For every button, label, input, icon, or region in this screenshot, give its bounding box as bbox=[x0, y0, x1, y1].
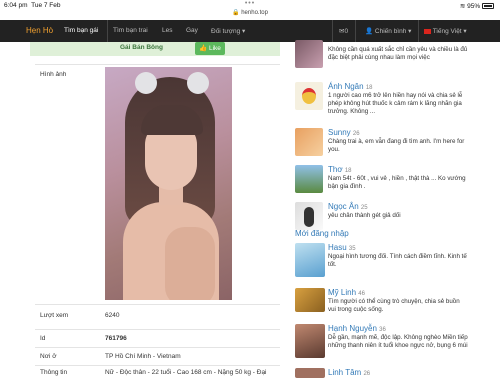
url-bar[interactable]: 🔒 henho.top bbox=[0, 9, 500, 16]
avatar[interactable] bbox=[295, 128, 323, 156]
avatar[interactable] bbox=[295, 165, 323, 193]
views-row: Lượt xem 6240 bbox=[35, 304, 280, 329]
status-right: ≋ 95% bbox=[460, 2, 494, 10]
new-login-heading: Mới đăng nhập bbox=[295, 229, 349, 238]
rooster-avatar-icon bbox=[302, 88, 316, 104]
photo-label: Hình ảnh bbox=[40, 71, 67, 78]
profile-panel: Gái Bán Bông 👍 Like Hình ảnh Lượt xem 62… bbox=[30, 42, 280, 377]
profile-name-link[interactable]: Gái Bán Bông bbox=[120, 44, 163, 51]
nav-mail[interactable]: ✉0 bbox=[339, 27, 348, 35]
photo-ear-accessory bbox=[187, 72, 209, 94]
status-bar: 6:04 pm Tue 7 Feb ••• 🔒 henho.top ≋ 95% bbox=[0, 0, 500, 18]
battery-icon bbox=[482, 3, 494, 10]
nav-find-boyfriend[interactable]: Tìm bạn trai bbox=[113, 27, 148, 34]
brand-logo[interactable]: Hẹn Hò bbox=[26, 26, 53, 35]
wifi-icon: ≋ bbox=[459, 3, 466, 10]
nav-divider bbox=[355, 20, 356, 42]
avatar[interactable] bbox=[295, 368, 325, 378]
tab-dots[interactable]: ••• bbox=[0, 0, 500, 7]
avatar[interactable] bbox=[295, 82, 323, 110]
info-row: Thông tin Nữ - Độc thân - 22 tuổi - Cao … bbox=[35, 365, 280, 377]
nav-find-girlfriend[interactable]: Tìm bạn gái bbox=[64, 27, 98, 34]
nav-les[interactable]: Les bbox=[162, 27, 172, 34]
profile-photo[interactable] bbox=[105, 67, 232, 300]
navbar: Hẹn Hò Tìm bạn gái Tìm bạn trai Les Gay … bbox=[0, 20, 500, 42]
nav-divider bbox=[332, 20, 333, 42]
battery-percent: 95% bbox=[467, 3, 481, 10]
lock-icon: 🔒 bbox=[232, 10, 240, 16]
thumbs-up-icon: 👍 bbox=[199, 45, 208, 52]
nav-divider bbox=[107, 20, 108, 42]
like-button[interactable]: 👍 Like bbox=[195, 42, 225, 55]
avatar[interactable] bbox=[295, 202, 323, 230]
avatar[interactable] bbox=[295, 243, 325, 277]
avatar[interactable] bbox=[295, 288, 325, 312]
photo-ear-accessory bbox=[135, 72, 157, 94]
vn-flag-icon bbox=[424, 28, 431, 34]
nav-gay[interactable]: Gay bbox=[186, 27, 198, 34]
id-row: Id 761796 bbox=[35, 329, 280, 347]
nav-user-dropdown[interactable]: 👤 Chiến bình ▾ bbox=[365, 27, 411, 35]
avatar[interactable] bbox=[295, 324, 325, 358]
avatar-figure bbox=[304, 207, 314, 227]
sidebar: Không cần quá xuất sắc chỉ cần yêu và ch… bbox=[289, 40, 500, 378]
nav-divider bbox=[418, 20, 419, 42]
location-row: Nơi ở TP Hồ Chí Minh - Vietnam bbox=[35, 347, 280, 365]
nav-language-dropdown[interactable]: Tiếng Việt ▾ bbox=[424, 27, 467, 35]
photo-hand bbox=[165, 227, 215, 300]
nav-target-dropdown[interactable]: Đối tượng ▾ bbox=[211, 27, 245, 35]
user-icon: 👤 bbox=[365, 28, 374, 35]
avatar[interactable] bbox=[295, 40, 323, 68]
